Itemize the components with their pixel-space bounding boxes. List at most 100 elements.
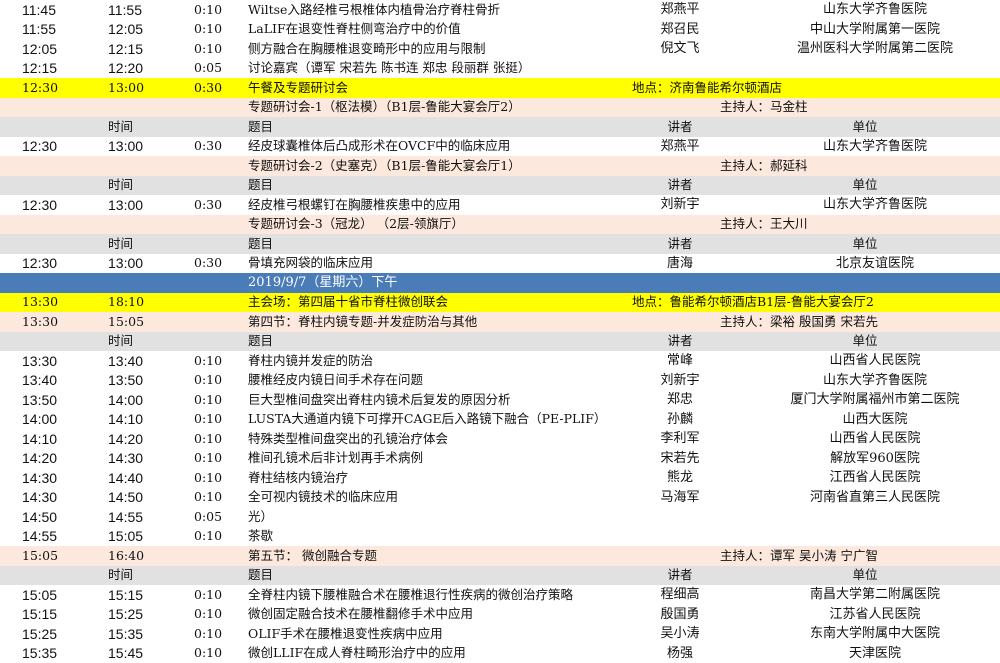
end-time: 12:15 <box>108 40 144 57</box>
column-header-row: 时间 题目 讲者 单位 <box>0 565 1000 585</box>
subsession-host: 主持人：马金柱 <box>720 99 808 114</box>
speaker-unit: 北京友谊医院 <box>835 255 914 271</box>
subsession-end: 15:05 <box>108 313 145 329</box>
end-time: 14:00 <box>108 391 144 408</box>
end-time: 14:10 <box>108 411 144 428</box>
speaker-unit <box>750 527 1000 547</box>
talk-title: 微创LLIF在成人脊柱畸形治疗中的应用 <box>248 645 466 660</box>
speaker-unit: 东南大学附属中大医院 <box>809 626 940 642</box>
header-unit: 单位 <box>852 567 878 582</box>
header-unit: 单位 <box>852 177 878 192</box>
talk-title: 全可视内镜技术的临床应用 <box>248 489 399 504</box>
header-speaker: 讲者 <box>667 567 693 582</box>
column-header-row: 时间 题目 讲者 单位 <box>0 234 1000 254</box>
end-time: 15:25 <box>108 606 144 623</box>
speaker-unit: 天津医院 <box>848 645 901 661</box>
start-time: 14:10 <box>22 430 58 447</box>
header-time: 时间 <box>108 567 134 582</box>
subsession-title: 第四节：脊柱内镜专题-并发症防治与其他 <box>248 313 478 329</box>
talk-title: 脊柱结核内镜治疗 <box>248 469 349 485</box>
start-time: 13:40 <box>22 372 58 389</box>
talk-row: 12:30 13:00 0:30 骨填充网袋的临床应用 唐海 北京友谊医院 <box>0 253 1000 273</box>
duration: 0:10 <box>194 391 223 407</box>
start-time: 15:35 <box>22 645 58 662</box>
header-time: 时间 <box>108 177 134 192</box>
talk-row: 14:30 14:50 0:10 全可视内镜技术的临床应用 马海军 河南省直第三人民医院 <box>0 487 1000 507</box>
speaker-name: 刘新宇 <box>660 372 700 388</box>
start-time: 14:00 <box>22 411 58 428</box>
talk-row: 15:25 15:35 0:10 OLIF手术在腰椎退变性疾病中应用 吴小涛 东南大学附属… <box>0 624 1000 644</box>
talk-row: 12:30 13:00 0:30 经皮椎弓根螺钉在胸腰椎疾患中的应用 刘新宇 山东大学齐鲁… <box>0 195 1000 215</box>
subsession-host: 主持人：王大川 <box>720 216 808 231</box>
start-time: 11:55 <box>22 21 56 38</box>
subsession-start: 13:30 <box>22 313 59 329</box>
talk-title: 椎间孔镜术后非计划再手术病例 <box>248 450 424 465</box>
speaker-name: 唐海 <box>666 255 693 271</box>
speaker-name <box>620 507 740 527</box>
session-end: 13:00 <box>108 79 145 95</box>
header-speaker: 讲者 <box>667 333 693 348</box>
session-duration: 0:30 <box>194 79 223 95</box>
speaker-name: 程细高 <box>660 587 700 603</box>
duration: 0:10 <box>194 450 223 465</box>
duration: 0:10 <box>194 411 223 426</box>
subsession-row: 13:30 15:05 第四节：脊柱内镜专题-并发症防治与其他 主持人：梁裕 殷国勇 … <box>0 312 1000 332</box>
column-header-row: 时间 题目 讲者 单位 <box>0 117 1000 137</box>
end-time: 13:40 <box>108 352 144 369</box>
talk-row: 11:55 12:05 0:10 LaLIF在退变性脊柱侧弯治疗中的价值 郑召民 中山大学… <box>0 19 1000 39</box>
schedule-sheet: 11:45 11:55 0:10 Wiltse入路经椎弓根椎体内植骨治疗脊柱骨折 郑燕平… <box>0 0 1000 663</box>
start-time: 15:25 <box>22 625 58 642</box>
start-time: 12:15 <box>22 60 58 77</box>
start-time: 15:05 <box>22 586 58 603</box>
talk-row: 14:00 14:10 0:10 LUSTA大通道内镜下可撑开CAGE后入路镜下融合（… <box>0 409 1000 429</box>
session-row: 12:30 13:00 0:30 午餐及专题研讨会 地点：济南鲁能希尔顿酒店 <box>0 78 1000 98</box>
start-time: 14:55 <box>22 528 58 545</box>
session-location: 地点：济南鲁能希尔顿酒店 <box>632 79 783 95</box>
duration: 0:30 <box>194 255 223 270</box>
speaker-name: 常峰 <box>666 353 693 369</box>
start-time: 14:30 <box>22 489 58 506</box>
date-banner: 2019/9/7（星期六）下午 <box>0 273 1000 293</box>
talk-row: 14:30 14:40 0:10 脊柱结核内镜治疗 熊龙 江西省人民医院 <box>0 468 1000 488</box>
session-location: 地点：鲁能希尔顿酒店B1层-鲁能大宴会厅2 <box>632 294 874 309</box>
end-time: 14:40 <box>108 469 144 486</box>
speaker-name: 吴小涛 <box>660 626 700 642</box>
subsession-row: 专题研讨会-2（史塞克）（B1层-鲁能大宴会厅1） 主持人：郝延科 <box>0 156 1000 176</box>
speaker-unit: 山西省人民医院 <box>829 353 921 369</box>
header-speaker: 讲者 <box>667 118 693 134</box>
talk-row: 14:55 15:05 0:10 茶歇 <box>0 526 1000 547</box>
end-time: 14:20 <box>108 430 144 447</box>
talk-title: 经皮球囊椎体后凸成形术在OVCF中的临床应用 <box>248 138 511 153</box>
speaker-unit: 山西省人民医院 <box>829 431 921 447</box>
speaker-name <box>620 59 740 79</box>
start-time: 13:50 <box>22 391 58 408</box>
talk-row: 13:30 13:40 0:10 脊柱内镜并发症的防治 常峰 山西省人民医院 <box>0 351 1000 371</box>
duration: 0:05 <box>194 508 223 524</box>
speaker-unit: 解放军960医院 <box>830 450 920 466</box>
speaker-unit: 江西省人民医院 <box>829 470 921 486</box>
start-time: 12:05 <box>22 40 58 57</box>
speaker-unit: 山东大学齐鲁医院 <box>822 372 927 388</box>
start-time: 12:30 <box>22 196 58 213</box>
talk-title: 特殊类型椎间盘突出的孔镜治疗体会 <box>248 430 449 446</box>
header-topic: 题目 <box>248 118 274 134</box>
end-time: 14:50 <box>108 489 144 506</box>
speaker-name: 熊龙 <box>666 470 693 486</box>
subsession-start: 15:05 <box>22 547 59 563</box>
session-duration <box>194 293 234 313</box>
end-time: 13:00 <box>108 255 144 272</box>
speaker-unit: 山东大学齐鲁医院 <box>822 138 927 154</box>
talk-row: 15:05 15:15 0:10 全脊柱内镜下腰椎融合术在腰椎退行性疾病的微创治疗策略… <box>0 585 1000 605</box>
session-title: 主会场：第四届十省市脊柱微创联会 <box>248 294 449 309</box>
header-unit: 单位 <box>852 118 878 134</box>
subsession-row: 专题研讨会-1（枢法模）（B1层-鲁能大宴会厅2） 主持人：马金柱 <box>0 97 1000 117</box>
duration: 0:10 <box>194 625 223 641</box>
talk-title: 全脊柱内镜下腰椎融合术在腰椎退行性疾病的微创治疗策略 <box>248 586 574 602</box>
subsession-row: 15:05 16:40 第五节： 微创融合专题 主持人：谭军 吴小涛 宁广智 <box>0 546 1000 566</box>
talk-row: 12:15 12:20 0:05 讨论嘉宾（谭军 宋若先 陈书连 郑忠 段丽群 张挺） <box>0 58 1000 79</box>
speaker-name: 刘新宇 <box>660 197 700 213</box>
duration: 0:10 <box>194 40 223 56</box>
duration: 0:10 <box>194 469 223 485</box>
duration: 0:10 <box>194 372 223 387</box>
start-time: 14:20 <box>22 450 58 467</box>
